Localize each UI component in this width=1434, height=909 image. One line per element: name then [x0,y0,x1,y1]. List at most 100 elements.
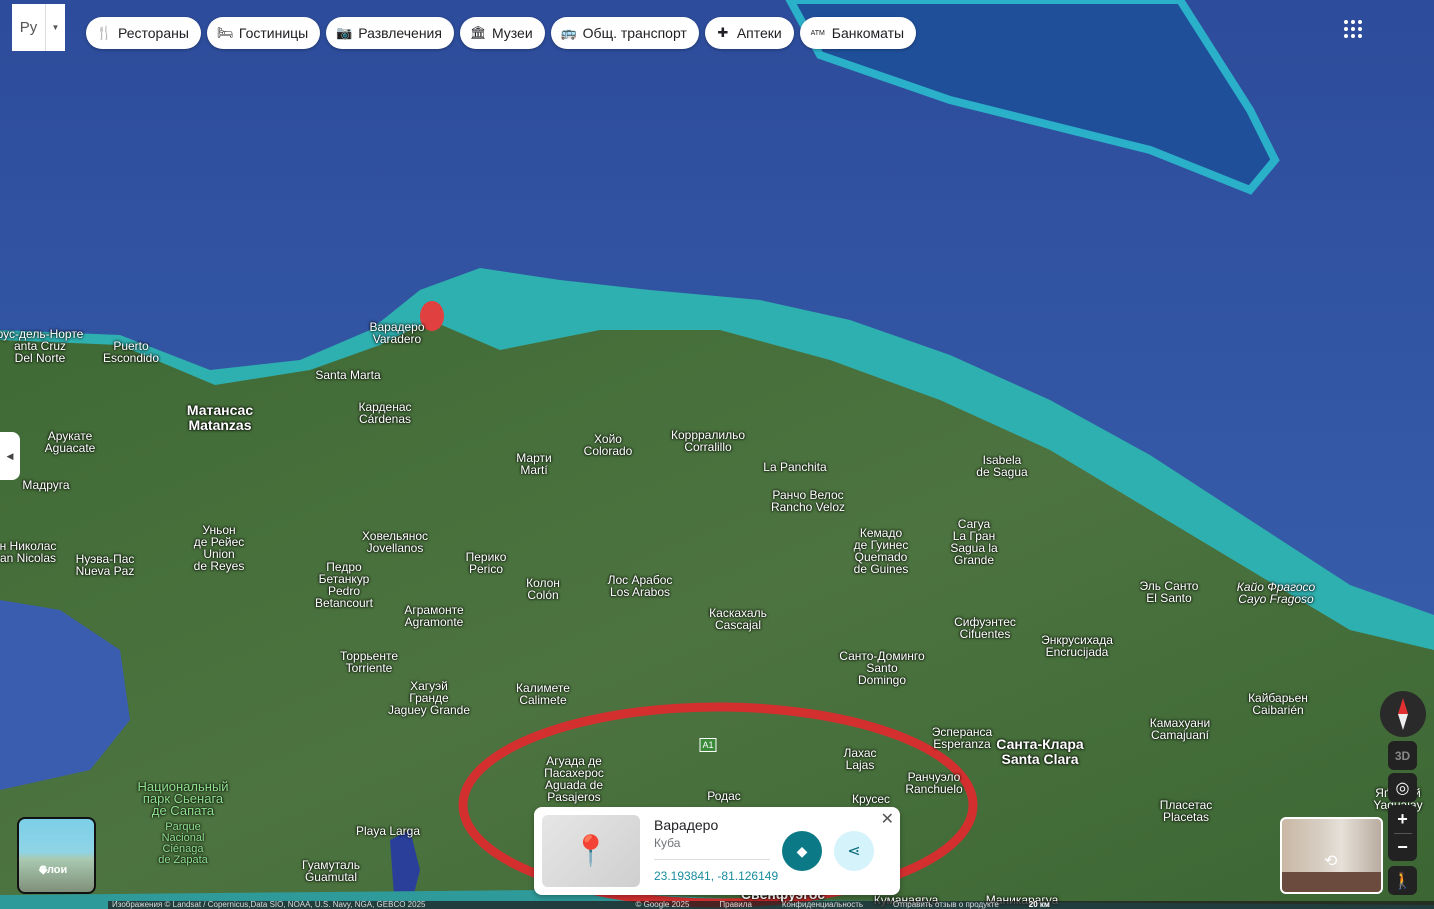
copyright: © Google 2025 [635,901,690,909]
divider [654,859,770,860]
compass-button[interactable] [1380,691,1426,737]
chip-label: Аптеки [736,25,782,41]
map-label: Хойо Colorado [583,432,633,458]
map-label: Коррралильо Corralillo [671,428,745,454]
map-label: Национальный парк Сьенага де Сапата [137,779,229,818]
map-label: Лахас Lajas [843,746,877,772]
map-pin-icon: 📍 [572,834,610,868]
chip-museums[interactable]: 🏛 Музеи [459,17,545,49]
rotate-360-icon: ⟲ [1324,853,1338,870]
map-label: Калимете Calimete [516,681,570,707]
map-label: Кемадо де Гуинес Quemado de Guines [853,526,909,576]
zoom-in-button[interactable]: + [1397,805,1408,833]
chip-restaurants[interactable]: 🍴 Рестораны [86,17,201,49]
compass-icon [1398,698,1408,730]
map-label: Санто-Доминго Santo Domingo [839,649,925,687]
fork-knife-icon: 🍴 [96,25,113,40]
map-label: Каскахаль Cascajal [709,606,767,632]
chip-label: Банкоматы [831,25,905,41]
chip-label: Рестораны [118,25,189,41]
map-label: Педро Бетанкур Pedro Betancourt [314,560,374,610]
chip-hotels[interactable]: 🛏 Гостиницы [206,17,321,49]
map-label: Playa Larga [355,824,421,838]
highway-shield: A1 [699,738,717,752]
directions-button[interactable]: ◆ [782,831,822,871]
layers-label: Слои [39,864,68,876]
map-label: Колон Colón [526,576,560,602]
map-label: Перико Perico [465,550,507,576]
map-label: Лос Арабос Los Arabos [607,573,673,599]
map-label: Кайо Фрагосо Cayo Fragoso [1236,580,1316,606]
map-label: Ранчо Велос Rancho Veloz [770,488,846,514]
collapse-panel-button[interactable]: ◀ [0,432,20,480]
map-label: Santa Marta [315,368,381,382]
map-label: Мадруга [22,478,70,492]
chip-label: Общ. транспорт [582,25,687,41]
feedback-link[interactable]: Отправить отзыв о продукте [893,901,999,909]
imagery-credit: Изображения © Landsat / Copernicus,Data … [112,901,426,909]
camera-icon: 📷 [336,25,353,40]
privacy-link[interactable]: Конфиденциальность [782,901,863,909]
terms-link[interactable]: Правила [719,901,751,909]
map-label: Кайбарьен Caibarién [1248,691,1308,717]
map-label: Puerto Escondido [102,339,160,365]
map-label: Санта-Клара Santa Clara [996,736,1084,767]
map-label: Гуамуталь Guamutal [302,858,360,884]
language-value: Ру [12,4,46,51]
chip-label: Гостиницы [238,25,309,41]
bus-icon: 🚌 [560,25,577,40]
map-label: Эсперанса Esperanza [931,725,993,751]
map-label: Агуада де Пасахерос Aguada de Pasajeros [544,754,604,804]
layers-button[interactable]: ◈ Слои [17,817,96,894]
satellite-map[interactable] [0,0,1434,909]
zoom-controls: + − [1388,805,1417,861]
chip-transit[interactable]: 🚌 Общ. транспорт [550,17,699,49]
share-icon: ⋖ [847,843,861,860]
map-label: Матансас Matanzas [186,402,254,433]
atm-icon: ATM [810,29,825,37]
directions-icon: ◆ [796,842,808,859]
map-label: Торрьенте Torriente [339,649,399,675]
place-title: Варадеро [654,817,719,833]
attribution-bar: Изображения © Landsat / Copernicus,Data … [108,901,1434,909]
language-selector[interactable]: Ру ▼ [12,4,65,51]
chip-label: Развлечения [358,25,442,41]
pegman-icon: 🚶 [1392,872,1413,890]
place-thumbnail[interactable]: 📍 [542,815,640,887]
category-chips: 🍴 Рестораны 🛏 Гостиницы 📷 Развлечения 🏛 Музе… [86,17,917,49]
share-button[interactable]: ⋖ [834,831,874,871]
map-label: н Николас an Nicolas [0,539,57,565]
map-label: Сагуа La Гран Sagua la Grande [950,517,998,567]
close-icon[interactable]: ✕ [881,809,894,829]
map-label: Карденас Cárdenas [358,400,412,426]
map-label: Марти Martí [516,451,552,477]
my-location-button[interactable]: ◎ [1388,773,1417,802]
map-label: La Panchita [763,460,827,474]
zoom-out-button[interactable]: − [1393,833,1412,861]
map-label: Хагуэй Гранде Jaguey Grande [387,679,471,717]
chevron-down-icon[interactable]: ▼ [46,4,65,51]
3d-button[interactable]: 3D [1388,741,1417,770]
chip-pharmacies[interactable]: ✚ Аптеки [704,17,794,49]
map-label: Уньон де Рейес Union de Reyes [193,523,245,573]
place-subtitle: Куба [654,836,681,850]
chip-atms[interactable]: ATM Банкоматы [799,17,917,49]
map-label: Нуэва-Пас Nueva Paz [75,552,135,578]
chip-label: Музеи [491,25,533,41]
apps-grid-icon[interactable] [1344,20,1362,38]
map-label: Ховельянос Jovellanos [361,529,429,555]
map-label: Isabela de Sagua [976,453,1028,479]
place-card: 📍 Варадеро Куба 23.193841, -81.126149 ◆ … [534,807,900,895]
place-coordinates[interactable]: 23.193841, -81.126149 [654,869,778,883]
map-label: рус-дель-Норте anta Cruz Del Norte [0,327,84,365]
pegman-button[interactable]: 🚶 [1388,866,1417,895]
location-target-icon: ◎ [1395,779,1410,797]
map-label: Камахуани Camajuaní [1149,716,1211,742]
chip-entertainment[interactable]: 📷 Развлечения [326,17,454,49]
map-label: Пласетас Placetas [1159,798,1213,824]
map-label: Энкрусихада Encrucijada [1041,633,1113,659]
map-label: Сифуэнтес Cifuentes [954,615,1016,641]
map-label: Крусес [851,792,891,806]
street-view-preview[interactable]: ⟲ [1280,817,1383,894]
museum-icon: 🏛 [469,25,487,40]
